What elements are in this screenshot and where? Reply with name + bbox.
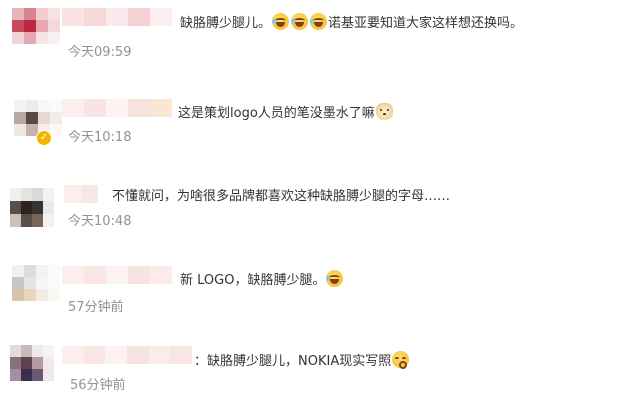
comment-text: 不懂就问，为啥很多品牌都喜欢这种缺胳膊少腿的字母…… (112, 189, 451, 204)
avatar[interactable] (10, 345, 54, 381)
comment-time: 56分钟前 (70, 378, 126, 393)
comment-time: 今天10:18 (68, 130, 132, 145)
comment-time: 今天10:48 (68, 214, 132, 229)
username[interactable] (64, 185, 98, 203)
username[interactable] (62, 346, 193, 364)
comment-text: 新 LOGO，缺胳膊少腿。 (180, 270, 344, 290)
dog-emoji (375, 103, 393, 120)
comment-text: ：缺胳膊少腿儿，NOKIA现实写照 (194, 351, 410, 371)
blush-emoji (392, 351, 410, 369)
avatar[interactable] (12, 265, 60, 301)
laugh-cry-emoji (326, 270, 344, 287)
comment-item: ：缺胳膊少腿儿，NOKIA现实写照 56分钟前 (0, 0, 629, 393)
comment-text: 这是策划logo人员的笔没墨水了嘛 (178, 103, 394, 123)
verified-badge: ✓ (36, 130, 52, 146)
avatar[interactable] (14, 100, 62, 136)
username[interactable] (62, 266, 172, 284)
avatar[interactable] (10, 188, 54, 227)
comment-time: 57分钟前 (68, 300, 124, 315)
username[interactable] (62, 99, 172, 117)
